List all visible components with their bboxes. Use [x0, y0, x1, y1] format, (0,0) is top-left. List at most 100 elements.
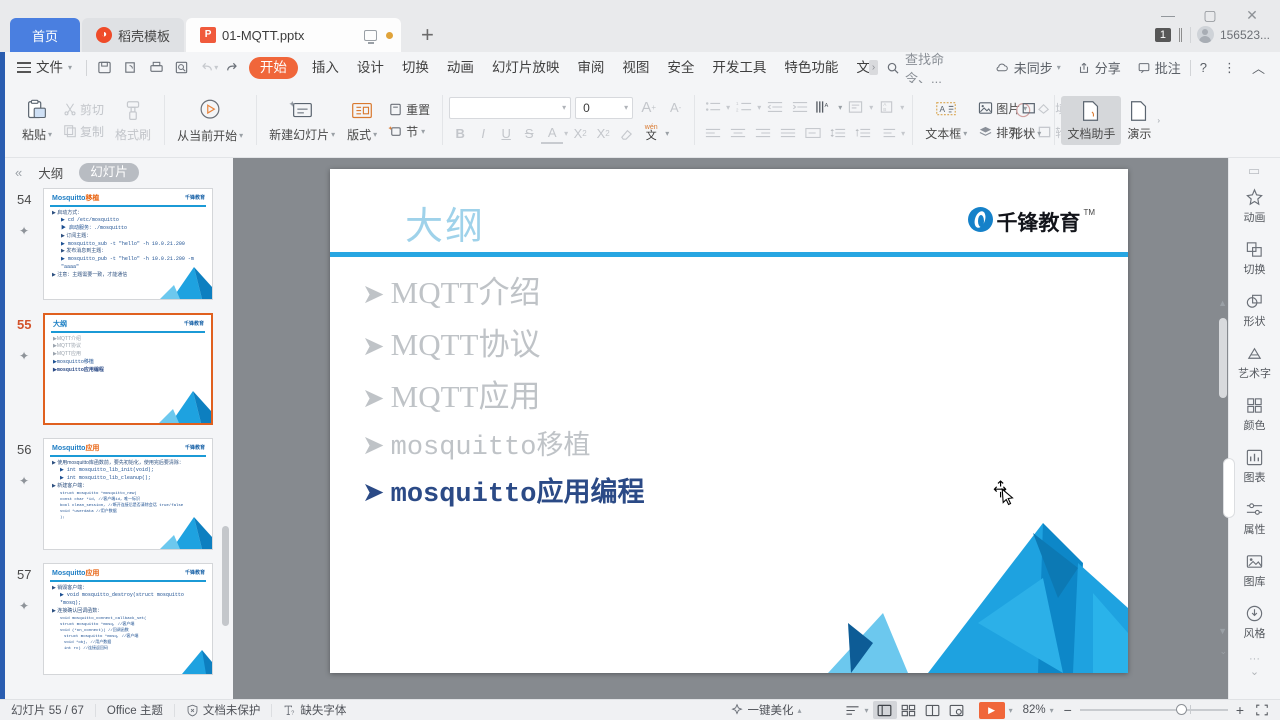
command-search[interactable]: 查找命令、...: [878, 49, 988, 87]
slide-bullet-list[interactable]: ➤ MQTT介绍 ➤ MQTT协议 ➤ MQTT应用 ➤ mosquitto移植: [362, 267, 1098, 517]
share-button[interactable]: 分享: [1070, 55, 1128, 81]
chevron-down-icon[interactable]: ▾: [1009, 706, 1013, 715]
notes-view-button[interactable]: [945, 701, 969, 719]
sidebar-item-shape[interactable]: 形状: [1229, 283, 1280, 335]
sidebar-item-properties[interactable]: 属性: [1229, 491, 1280, 543]
align-text-icon[interactable]: [844, 97, 867, 118]
menu-tab-slideshow[interactable]: 幻灯片放映: [483, 52, 569, 83]
chevron-down-icon[interactable]: ▾: [838, 103, 842, 112]
layout-button[interactable]: 版式 ▾: [341, 95, 383, 146]
menu-tab-devtools[interactable]: 开发工具: [703, 52, 775, 83]
strikethrough-button[interactable]: S: [518, 123, 540, 144]
list-item[interactable]: 54 ✦ Mosquitto移植 千锋教育 ▶ 启动方式： ▶ cd /etc/…: [5, 186, 233, 310]
print-preview-icon[interactable]: [169, 55, 195, 81]
list-item[interactable]: 56 ✦ Mosquitto应用 千锋教育 ▶ 使用mosquitto库函数前，…: [5, 436, 233, 560]
line-spacing-icon[interactable]: [826, 123, 849, 144]
account-name[interactable]: 156523...: [1220, 28, 1270, 42]
redo-icon[interactable]: [218, 55, 244, 81]
normal-view-button[interactable]: [872, 701, 897, 719]
tab-outline[interactable]: 大纲: [30, 163, 71, 182]
bullet-item[interactable]: ➤ mosquitto移植: [362, 423, 1098, 464]
smart-align-icon[interactable]: [876, 123, 899, 144]
menu-overflow-icon[interactable]: ›: [868, 60, 879, 75]
superscript-button[interactable]: X2: [569, 123, 591, 144]
menu-tab-insert[interactable]: 插入: [303, 52, 348, 83]
doc-assistant-button[interactable]: 文档助手: [1061, 95, 1122, 145]
sidebar-resize-handle[interactable]: [1223, 458, 1235, 518]
sidebar-item-chart[interactable]: 图表: [1229, 439, 1280, 491]
shrink-font-button[interactable]: A-: [664, 97, 687, 118]
slide-sorter-button[interactable]: [897, 701, 921, 719]
beautify-button[interactable]: 一键美化 ▴: [719, 700, 813, 720]
clear-format-icon[interactable]: [615, 123, 637, 144]
grow-font-button[interactable]: A +: [637, 97, 660, 118]
section-button[interactable]: 节 ▾: [383, 121, 435, 142]
sidebar-item-animation[interactable]: 动画: [1229, 179, 1280, 231]
reset-button[interactable]: 重置: [383, 99, 435, 120]
reading-view-button[interactable]: [921, 701, 945, 719]
slide-thumbnail-selected[interactable]: 大纲 千锋教育 ▶MQTT介绍 ▶MQTT协议 ▶MQTT应用 ▶mosquit…: [43, 313, 213, 425]
font-color-button[interactable]: A: [541, 123, 564, 144]
more-options-button[interactable]: ⋮: [1216, 55, 1243, 81]
font-size-select[interactable]: 0 ▾: [575, 96, 634, 119]
menu-tab-transition[interactable]: 切换: [393, 52, 438, 83]
list-item[interactable]: 55 ✦ 大纲 千锋教育 ▶MQTT介绍 ▶MQTT协议 ▶MQTT应用 ▶mo…: [5, 311, 233, 435]
next-slide-arrow-icon[interactable]: ⌄: [1219, 646, 1227, 657]
new-tab-button[interactable]: +: [411, 18, 444, 52]
format-painter-button[interactable]: 格式刷: [109, 95, 157, 146]
underline-button[interactable]: U: [495, 123, 517, 144]
avatar[interactable]: [1196, 26, 1214, 43]
zoom-slider[interactable]: − +: [1058, 702, 1250, 718]
presentation-button[interactable]: 演示: [1121, 96, 1157, 145]
slide-thumbnail[interactable]: Mosquitto应用 千锋教育 ▶ 销毁客户端： ▶ void mosquit…: [43, 563, 213, 675]
zoom-level[interactable]: 82% ▾: [1019, 700, 1058, 720]
tab-home[interactable]: 首页: [10, 18, 81, 52]
sidebar-item-style[interactable]: 风格: [1229, 595, 1280, 647]
tab-slides[interactable]: 幻灯片: [79, 162, 139, 182]
bullet-item[interactable]: ➤ MQTT应用: [362, 371, 1098, 416]
view-options-icon[interactable]: [841, 701, 865, 719]
slide-thumbnail[interactable]: Mosquitto移植 千锋教育 ▶ 启动方式： ▶ cd /etc/mosqu…: [43, 188, 213, 300]
slide-canvas-area[interactable]: 大纲 千锋教育 TM ➤ MQTT介绍 ➤ MQTT协议 ➤ MQTT应用 ➤ …: [233, 158, 1228, 700]
save-icon[interactable]: [92, 55, 118, 81]
distribute-icon[interactable]: [801, 123, 824, 144]
columns-icon[interactable]: AB: [875, 97, 898, 118]
slide-counter[interactable]: 幻灯片 55 / 67: [0, 700, 95, 720]
chevron-down-icon[interactable]: ▾: [865, 706, 869, 715]
tab-document-01-mqtt[interactable]: P 01-MQTT.pptx: [186, 18, 402, 52]
close-button[interactable]: ✕: [1232, 2, 1272, 28]
bullet-item[interactable]: ➤ MQTT协议: [362, 319, 1098, 364]
menu-file[interactable]: 文件 ▾: [15, 52, 81, 83]
align-left-icon[interactable]: [701, 123, 724, 144]
sync-status-button[interactable]: 未同步 ▾: [988, 55, 1068, 81]
zoom-slider-track[interactable]: [1079, 704, 1228, 715]
decrease-indent-icon[interactable]: [763, 97, 786, 118]
chevron-down-icon[interactable]: ▾: [869, 103, 873, 112]
text-convert-button[interactable]: wén 文: [638, 123, 664, 144]
sidebar-item-gallery[interactable]: 图库: [1229, 543, 1280, 595]
sidebar-grip-icon[interactable]: ▭: [1229, 158, 1280, 179]
sidebar-more-button[interactable]: ···: [1229, 653, 1280, 665]
new-slide-button[interactable]: 新建幻灯片 ▾: [263, 95, 341, 146]
help-button[interactable]: ?: [1193, 55, 1214, 81]
maximize-button[interactable]: ▢: [1190, 2, 1230, 28]
sidebar-item-transition[interactable]: 切换: [1229, 231, 1280, 283]
menu-tab-security[interactable]: 安全: [658, 52, 703, 83]
cut-button[interactable]: 剪切: [58, 99, 109, 120]
slide-title[interactable]: 大纲: [405, 195, 485, 250]
list-item[interactable]: 57 ✦ Mosquitto应用 千锋教育 ▶ 销毁客户端： ▶ void mo…: [5, 561, 233, 685]
zoom-slider-knob[interactable]: [1175, 704, 1187, 715]
subscript-button[interactable]: X2: [592, 123, 614, 144]
collapse-ribbon-button[interactable]: ︿: [1245, 55, 1272, 81]
text-direction-icon[interactable]: A: [813, 97, 836, 118]
scroll-up-arrow-icon[interactable]: ▲: [1218, 298, 1227, 308]
menu-tab-start[interactable]: 开始: [248, 56, 298, 79]
paragraph-spacing-icon[interactable]: [851, 123, 874, 144]
paste-button[interactable]: 粘贴 ▾: [16, 95, 58, 146]
sidebar-item-wordart[interactable]: 艺术字: [1229, 335, 1280, 387]
bold-button[interactable]: B: [449, 123, 471, 144]
align-right-icon[interactable]: [751, 123, 774, 144]
menu-tab-design[interactable]: 设计: [348, 52, 393, 83]
numbered-list-icon[interactable]: 12: [732, 97, 755, 118]
comment-button[interactable]: 批注: [1130, 55, 1188, 81]
